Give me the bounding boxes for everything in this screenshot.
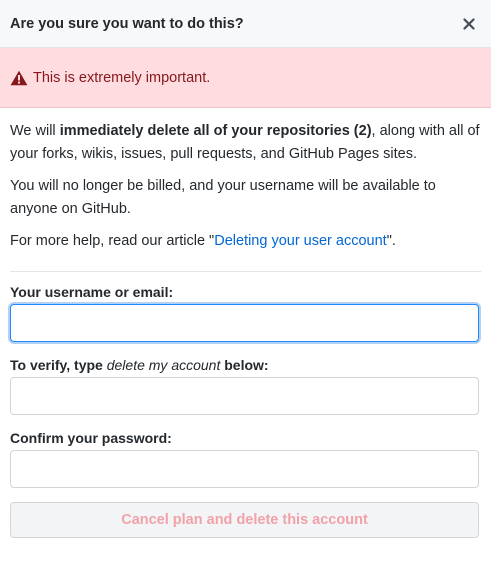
delete-account-dialog: Are you sure you want to do this? This i… [0, 0, 491, 581]
delete-description-pre: We will [10, 123, 60, 139]
delete-description: We will immediately delete all of your r… [10, 120, 481, 166]
dialog-body: We will immediately delete all of your r… [0, 108, 491, 538]
verify-label-pre: To verify, type [10, 357, 107, 373]
help-article-link[interactable]: Deleting your user account [214, 233, 387, 249]
verify-input[interactable] [10, 377, 479, 415]
password-input[interactable] [10, 450, 479, 488]
username-field-group: Your username or email: [10, 284, 481, 342]
billing-notice: You will no longer be billed, and your u… [10, 178, 436, 217]
verify-label-post: below: [220, 357, 269, 373]
password-label: Confirm your password: [10, 430, 172, 446]
delete-description-bold: immediately delete all of your repositor… [59, 123, 372, 139]
username-label: Your username or email: [10, 284, 174, 300]
help-text: For more help, read our article "Deletin… [10, 230, 481, 253]
close-button[interactable] [459, 14, 479, 34]
dialog-title: Are you sure you want to do this? [10, 15, 244, 32]
username-input[interactable] [10, 304, 479, 342]
close-icon [463, 17, 475, 30]
verify-field-group: To verify, type delete my account below: [10, 357, 481, 415]
divider [10, 271, 481, 272]
verify-label: To verify, type delete my account below: [10, 357, 481, 373]
help-text-pre: For more help, read our article " [10, 233, 215, 249]
warning-icon [10, 70, 28, 86]
warning-text: This is extremely important. [33, 69, 211, 86]
password-field-group: Confirm your password: [10, 430, 481, 488]
dialog-header: Are you sure you want to do this? [0, 0, 491, 48]
verify-phrase: delete my account [106, 357, 221, 373]
warning-flash: This is extremely important. [0, 48, 491, 108]
help-text-post: ". [386, 233, 396, 249]
delete-account-button[interactable]: Cancel plan and delete this account [10, 502, 479, 538]
